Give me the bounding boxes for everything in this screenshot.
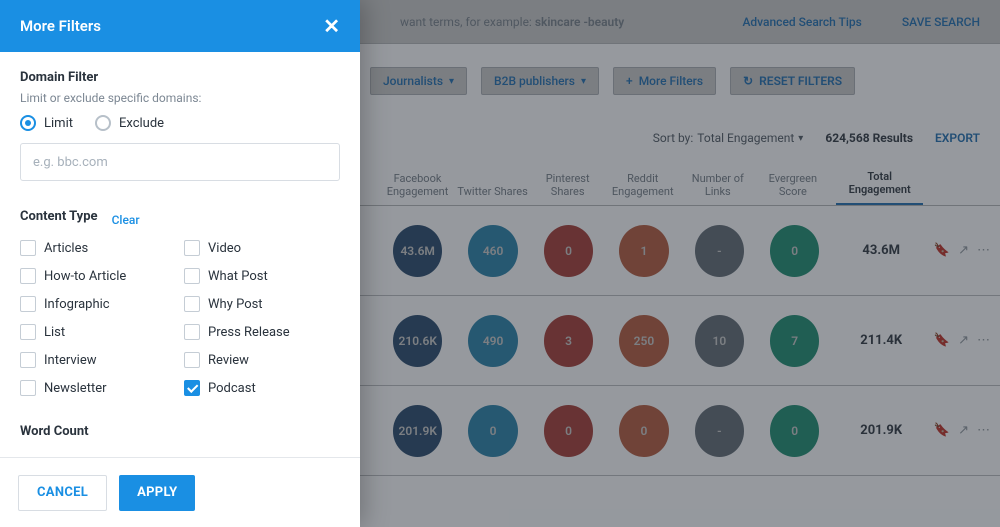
checkbox-label: Why Post <box>208 297 263 312</box>
modal-title: More Filters <box>20 17 101 35</box>
checkbox-label: Articles <box>44 241 88 256</box>
checkbox-why-post[interactable]: Why Post <box>184 296 340 312</box>
domain-mode-radios: Limit Exclude <box>20 115 340 131</box>
content-type-clear[interactable]: Clear <box>112 213 140 227</box>
checkbox-box-icon <box>20 352 36 368</box>
checkbox-box-icon <box>20 296 36 312</box>
radio-exclude-label: Exclude <box>119 116 164 131</box>
radio-exclude[interactable]: Exclude <box>95 115 164 131</box>
checkbox-review[interactable]: Review <box>184 352 340 368</box>
modal-body: Domain Filter Limit or exclude specific … <box>0 52 360 457</box>
checkbox-label: Infographic <box>44 297 110 312</box>
checkbox-box-icon <box>184 296 200 312</box>
checkbox-how-to-article[interactable]: How-to Article <box>20 268 176 284</box>
checkbox-label: What Post <box>208 269 268 284</box>
checkbox-label: Press Release <box>208 325 290 340</box>
checkbox-box-icon <box>20 240 36 256</box>
checkbox-articles[interactable]: Articles <box>20 240 176 256</box>
checkbox-press-release[interactable]: Press Release <box>184 324 340 340</box>
checkbox-interview[interactable]: Interview <box>20 352 176 368</box>
content-type-heading: Content Type <box>20 209 98 224</box>
checkbox-box-icon <box>20 324 36 340</box>
modal-header: More Filters ✕ <box>0 0 360 52</box>
content-type-section: Content Type Clear Articles Video How-to A… <box>20 209 340 396</box>
checkbox-label: Interview <box>44 353 97 368</box>
checkbox-box-icon <box>20 268 36 284</box>
modal-footer: CANCEL APPLY <box>0 457 360 527</box>
checkbox-label: Review <box>208 353 249 368</box>
checkbox-box-icon <box>184 324 200 340</box>
radio-dot-icon <box>20 115 36 131</box>
domain-input[interactable] <box>20 143 340 181</box>
checkbox-label: List <box>44 325 65 340</box>
checkbox-video[interactable]: Video <box>184 240 340 256</box>
checkbox-newsletter[interactable]: Newsletter <box>20 380 176 396</box>
radio-limit[interactable]: Limit <box>20 115 73 131</box>
checkbox-box-icon <box>20 380 36 396</box>
more-filters-modal: More Filters ✕ Domain Filter Limit or ex… <box>0 0 360 527</box>
domain-filter-heading: Domain Filter <box>20 70 340 85</box>
cancel-button[interactable]: CANCEL <box>18 475 107 511</box>
radio-limit-label: Limit <box>44 116 73 131</box>
checkbox-podcast[interactable]: Podcast <box>184 380 340 396</box>
checkbox-label: Video <box>208 241 241 256</box>
word-count-section: Word Count <box>20 424 340 439</box>
checkbox-infographic[interactable]: Infographic <box>20 296 176 312</box>
content-type-grid: Articles Video How-to Article What Post Info… <box>20 240 340 396</box>
checkbox-label: Newsletter <box>44 381 107 396</box>
checkbox-label: How-to Article <box>44 269 126 284</box>
checkbox-list[interactable]: List <box>20 324 176 340</box>
checkbox-what-post[interactable]: What Post <box>184 268 340 284</box>
word-count-heading: Word Count <box>20 424 340 439</box>
checkbox-box-icon <box>184 240 200 256</box>
radio-dot-icon <box>95 115 111 131</box>
apply-button[interactable]: APPLY <box>119 475 195 511</box>
checkbox-box-icon <box>184 380 200 396</box>
close-icon[interactable]: ✕ <box>323 14 340 38</box>
checkbox-box-icon <box>184 268 200 284</box>
checkbox-box-icon <box>184 352 200 368</box>
checkbox-label: Podcast <box>208 381 256 396</box>
domain-filter-sub: Limit or exclude specific domains: <box>20 91 340 105</box>
